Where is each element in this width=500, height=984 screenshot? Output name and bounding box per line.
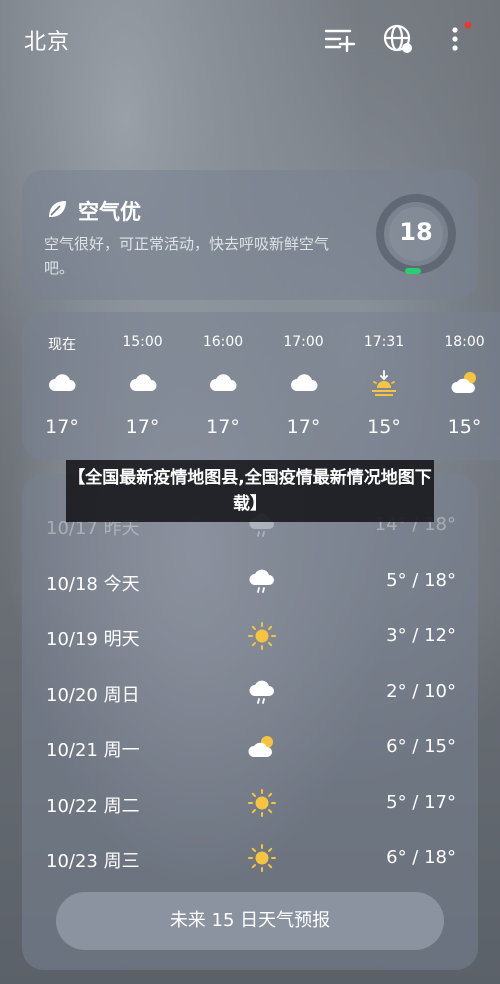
hour-temperature: 15° [447,416,482,438]
hour-temperature: 17° [45,416,79,438]
hour-temperature: 17° [206,416,240,438]
rain-cloud-icon [247,677,277,707]
day-temperature-range: 5° / 17° [386,791,456,813]
air-quality-title: 空气优 [78,200,141,224]
sun-icon [247,621,277,651]
cloud-icon [128,368,158,398]
hour-time: 16:00 [202,334,244,350]
add-list-icon[interactable] [322,22,356,56]
daily-row[interactable]: 10/23 周三 6° / 18° [22,839,478,879]
daily-row[interactable]: 10/18 今天 5° / 18° [22,562,478,602]
day-date: 10/22 周二 [46,795,140,817]
air-quality-card[interactable]: 空气优 空气很好，可正常活动，快去呼吸新鲜空气吧。 18 [22,170,478,300]
daily-row[interactable]: 10/22 周二 5° / 17° [22,784,478,824]
cloud-icon [289,368,319,398]
daily-row[interactable]: 10/19 明天 3° / 12° [22,617,478,657]
rain-cloud-icon [247,566,277,596]
more-icon[interactable] [438,21,472,56]
hour-temperature: 17° [125,416,160,438]
day-date: 10/21 周一 [46,740,140,761]
day-temperature-range: 3° / 12° [386,625,456,646]
globe-icon[interactable] [381,22,415,56]
day-date: 10/19 明天 [46,629,140,650]
sun-icon [247,843,277,873]
15-day-forecast-button[interactable]: 未来 15 日天气预报 [56,892,444,950]
top-bar: 北京 [0,0,500,80]
day-date: 10/20 周日 [46,684,140,706]
air-quality-description: 空气很好，可正常活动，快去呼吸新鲜空气吧。 [44,235,330,277]
daily-row[interactable]: 10/21 周一 6° / 15° [22,728,478,768]
hour-time: 17:00 [283,334,324,350]
hour-temperature: 15° [367,416,401,438]
hour-time: 18:00 [444,334,485,350]
day-date: 10/23 周三 [46,851,140,872]
day-date: 10/18 今天 [46,573,140,595]
overlay-banner: 【全国最新疫情地图县,全国疫情最新情况地图下载】 [66,460,434,522]
day-temperature-range: 5° / 18° [386,569,456,591]
sunset-icon [369,368,399,398]
daily-forecast-card[interactable]: 10/17 昨天 14° / 18° 10/18 今天 5° / 18° 10/19 明… [22,474,478,970]
day-temperature-range: 2° / 10° [386,680,456,702]
partly-cloudy-icon [247,732,277,762]
day-temperature-range: 6° / 18° [386,847,456,868]
leaf-icon [49,201,66,217]
aqi-value: 18 [399,218,433,246]
hourly-forecast-card[interactable]: 现在 17° 15:00 17° 16:00 17° 17:00 17° 17:31 15° 18:… [22,312,500,460]
partly-cloudy-icon [450,368,480,398]
hour-time: 17:31 [363,334,405,350]
cloud-icon [47,368,77,398]
hour-time: 15:00 [122,334,163,350]
hour-time: 现在 [48,337,76,353]
notification-dot [464,21,472,29]
daily-row[interactable]: 10/20 周日 2° / 10° [22,673,478,713]
hour-temperature: 17° [286,416,321,438]
city-name[interactable]: 北京 [24,24,70,56]
sun-icon [247,788,277,818]
cloud-icon [208,368,238,398]
day-temperature-range: 6° / 15° [386,736,456,757]
